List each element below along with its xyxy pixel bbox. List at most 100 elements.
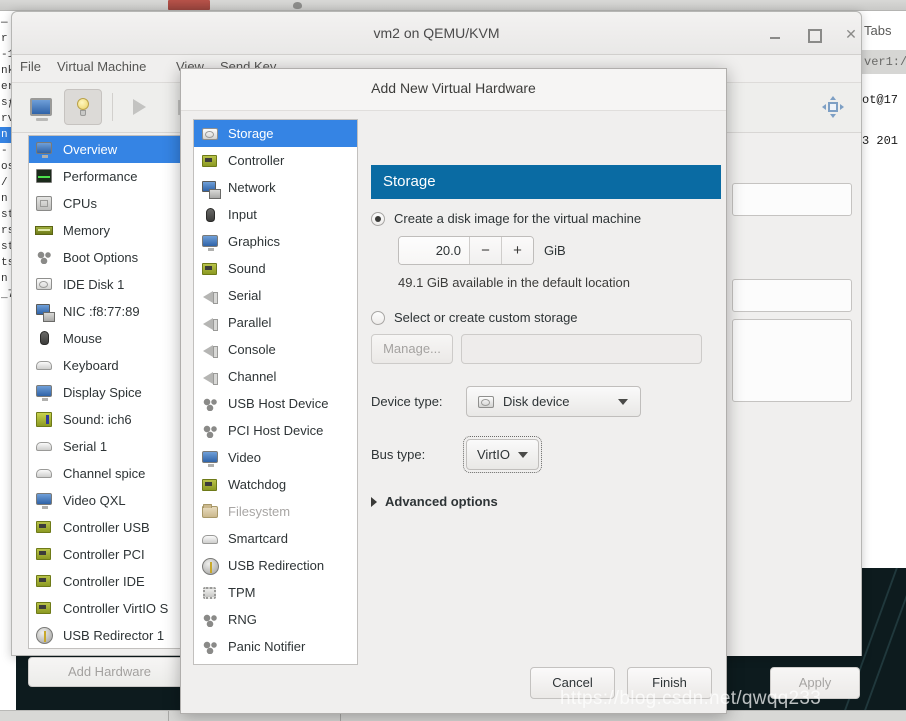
vm-hardware-item[interactable]: Sound: ich6 [29, 406, 190, 433]
show-console-button[interactable] [22, 89, 60, 125]
advanced-options-label: Advanced options [385, 494, 498, 509]
hardware-category-item[interactable]: TPM [194, 579, 357, 606]
manage-storage-button[interactable]: Manage... [371, 334, 453, 364]
dialog-titlebar[interactable]: Add New Virtual Hardware [181, 69, 726, 111]
cancel-button[interactable]: Cancel [530, 667, 615, 699]
vm-hardware-item[interactable]: IDE Disk 1 [29, 271, 190, 298]
vm-hardware-item[interactable]: Display Spice [29, 379, 190, 406]
vm-hardware-item[interactable]: Controller VirtIO S [29, 595, 190, 622]
hardware-category-item[interactable]: Controller [194, 147, 357, 174]
hardware-category-item[interactable]: Watchdog [194, 471, 357, 498]
vm-hardware-item[interactable]: Controller PCI [29, 541, 190, 568]
disk-size-input[interactable]: 20.0 [399, 237, 469, 264]
close-icon[interactable]: ✕ [840, 24, 862, 44]
finish-button[interactable]: Finish [627, 667, 712, 699]
vm-hardware-item[interactable]: USB Redirector 1 [29, 622, 190, 648]
show-hardware-details-button[interactable] [64, 89, 102, 125]
bus-type-dropdown[interactable]: VirtIO [463, 436, 542, 473]
vm-detail-field-1[interactable] [732, 183, 852, 216]
video-icon [35, 491, 55, 511]
vm-window-titlebar[interactable]: vm2 on QEMU/KVM ✕ [12, 12, 861, 55]
sound-card-icon [201, 260, 219, 278]
minimize-icon[interactable] [764, 24, 786, 44]
vm-hardware-item[interactable]: Controller IDE [29, 568, 190, 595]
hardware-category-item[interactable]: PCI Host Device [194, 417, 357, 444]
hardware-category-item[interactable]: Graphics [194, 228, 357, 255]
screen: — r -1 nk er sƒ rv n - os / n st rs st ts n _7 Tabs ver1:… [0, 0, 906, 721]
taskbar-status-icon[interactable] [293, 2, 302, 9]
storage-options: Create a disk image for the virtual mach… [371, 211, 721, 509]
hardware-category-item[interactable]: Parallel [194, 309, 357, 336]
hardware-category-label: Smartcard [228, 531, 288, 546]
vm-hardware-item[interactable]: Memory [29, 217, 190, 244]
vm-hardware-item-label: Video QXL [63, 493, 126, 508]
run-button[interactable] [120, 89, 158, 125]
vm-hardware-item[interactable]: Overview [29, 136, 190, 163]
hardware-category-item[interactable]: Serial [194, 282, 357, 309]
terminal-date-line: 3 201 [862, 134, 899, 148]
custom-storage-radio[interactable] [371, 310, 385, 325]
vm-hardware-item[interactable]: Serial 1 [29, 433, 190, 460]
vm-hardware-list[interactable]: Overview Performance CPUs Memory Boot Option… [28, 135, 191, 649]
vm-hardware-item[interactable]: Mouse [29, 325, 190, 352]
controller-card-icon [201, 152, 219, 170]
custom-storage-radio-row[interactable]: Select or create custom storage [371, 310, 721, 325]
vm-hardware-item[interactable]: Keyboard [29, 352, 190, 379]
advanced-options-expander[interactable]: Advanced options [371, 494, 721, 509]
hardware-category-item[interactable]: Channel [194, 363, 357, 390]
vm-detail-field-2[interactable] [732, 279, 852, 312]
add-hardware-button[interactable]: Add Hardware [28, 657, 191, 687]
panel-header-title: Storage [371, 165, 721, 199]
hardware-category-item[interactable]: RNG [194, 606, 357, 633]
terminal-tab-title[interactable]: ver1:/.. [864, 55, 906, 69]
vm-hardware-item[interactable]: CPUs [29, 190, 190, 217]
hardware-category-label: Watchdog [228, 477, 287, 492]
create-disk-radio-row[interactable]: Create a disk image for the virtual mach… [371, 211, 721, 226]
folder-icon [201, 503, 219, 521]
gears-icon [201, 422, 219, 440]
disk-size-increment-button[interactable]: + [501, 237, 533, 264]
apply-button[interactable]: Apply [770, 667, 860, 699]
menu-file[interactable]: File [20, 59, 41, 74]
dialog-content: Storage Controller Network Input Graphics Sou… [181, 111, 726, 665]
speaker-icon [201, 287, 219, 305]
vm-hardware-item[interactable]: Channel spice [29, 460, 190, 487]
hardware-category-item[interactable]: Video [194, 444, 357, 471]
custom-storage-label: Select or create custom storage [394, 310, 578, 325]
menu-virtual-machine[interactable]: Virtual Machine [57, 59, 146, 74]
hardware-category-item[interactable]: USB Redirection [194, 552, 357, 579]
taskbar-app-icon[interactable] [168, 0, 210, 10]
hardware-category-item[interactable]: USB Host Device [194, 390, 357, 417]
disk-size-decrement-button[interactable]: − [469, 237, 501, 264]
vm-hardware-item[interactable]: Boot Options [29, 244, 190, 271]
vm-hardware-item-label: Sound: ich6 [63, 412, 132, 427]
hardware-category-item[interactable]: Smartcard [194, 525, 357, 552]
vm-hardware-item[interactable]: Video QXL [29, 487, 190, 514]
fullscreen-button[interactable] [814, 89, 852, 125]
hardware-category-label: Controller [228, 153, 285, 168]
vm-hardware-item-label: Display Spice [63, 385, 142, 400]
vm-hardware-item[interactable]: Performance [29, 163, 190, 190]
device-type-dropdown[interactable]: Disk device [466, 386, 641, 417]
hardware-category-item[interactable]: Input [194, 201, 357, 228]
desktop-top-panel[interactable] [0, 0, 906, 11]
maximize-icon[interactable] [802, 24, 824, 44]
disk-size-stepper[interactable]: 20.0 − + [398, 236, 534, 265]
hardware-category-item[interactable]: Panic Notifier [194, 633, 357, 660]
hardware-category-list[interactable]: Storage Controller Network Input Graphics Sou… [193, 119, 358, 665]
custom-storage-path-input[interactable] [461, 334, 702, 364]
hardware-category-label: Storage [228, 126, 274, 141]
hardware-category-item[interactable]: Storage [194, 120, 357, 147]
vm-detail-field-3[interactable] [732, 319, 852, 402]
create-disk-radio[interactable] [371, 211, 385, 226]
hardware-category-item[interactable]: Console [194, 336, 357, 363]
vm-hardware-item[interactable]: NIC :f8:77:89 [29, 298, 190, 325]
vm-hardware-item[interactable]: Controller USB [29, 514, 190, 541]
terminal-tabs-label[interactable]: Tabs [864, 23, 891, 38]
memory-stick-icon [35, 221, 55, 241]
hardware-category-item[interactable]: Sound [194, 255, 357, 282]
play-icon [132, 99, 146, 115]
vm-hardware-item-label: Memory [63, 223, 110, 238]
hardware-category-item[interactable]: Network [194, 174, 357, 201]
hardware-category-label: Filesystem [228, 504, 291, 519]
